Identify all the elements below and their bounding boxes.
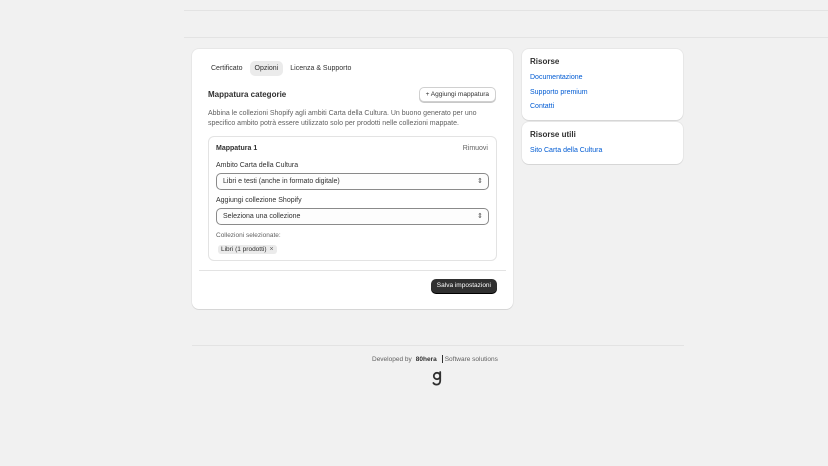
settings-card: Certificato Opzioni Licenza & Supporto M… — [192, 49, 513, 309]
tab-bar: Certificato Opzioni Licenza & Supporto — [206, 61, 356, 76]
add-mapping-button[interactable]: + Aggiungi mappatura — [418, 87, 496, 102]
contacts-link[interactable]: Contatti — [530, 103, 554, 110]
footer-separator — [441, 355, 443, 363]
section-description: Abbina le collezioni Shopify agli ambiti… — [208, 110, 477, 127]
collection-label: Aggiungi collezione Shopify — [216, 197, 302, 204]
premium-support-link[interactable]: Supporto premium — [530, 89, 588, 96]
ambito-select-value: Libri e testi (anche in formato digitale… — [223, 178, 340, 185]
useful-resources-title: Risorse utili — [530, 130, 576, 139]
ambito-label: Ambito Carta della Cultura — [216, 162, 299, 169]
mapping-card: Mappatura 1 Rimuovi Ambito Carta della C… — [208, 136, 497, 261]
top-divider — [184, 10, 828, 11]
collection-select-value: Seleziona una collezione — [223, 213, 301, 220]
footer-developed-by: Developed by — [372, 355, 412, 363]
card-divider — [199, 270, 506, 271]
close-icon[interactable]: × — [270, 245, 274, 254]
resources-card: Risorse Documentazione Supporto premium … — [522, 49, 683, 120]
collection-select[interactable]: Seleziona una collezione ⇕ — [216, 208, 489, 225]
section-title: Mappatura categorie — [208, 90, 287, 99]
tab-opzioni[interactable]: Opzioni — [249, 61, 284, 76]
save-button[interactable]: Salva impostazioni — [430, 279, 497, 293]
selected-collections-label: Collezioni selezionate: — [216, 232, 281, 239]
tab-licenza-supporto[interactable]: Licenza & Supporto — [285, 61, 356, 76]
useful-resources-card: Risorse utili Sito Carta della Cultura — [522, 122, 683, 164]
tab-certificato[interactable]: Certificato — [206, 61, 248, 76]
collection-chip: Libri (1 prodotti) × — [218, 245, 277, 254]
select-chevron-icon: ⇕ — [477, 213, 483, 220]
select-chevron-icon: ⇕ — [477, 178, 483, 185]
footer-divider — [192, 345, 684, 346]
documentation-link[interactable]: Documentazione — [530, 74, 583, 81]
header-divider — [184, 37, 828, 38]
footer: Developed by 80hera Software solutions — [372, 355, 498, 363]
ambito-select[interactable]: Libri e testi (anche in formato digitale… — [216, 173, 489, 190]
collection-chip-label: Libri (1 prodotti) — [221, 246, 267, 253]
remove-mapping-button[interactable]: Rimuovi — [463, 145, 488, 152]
resources-title: Risorse — [530, 57, 560, 66]
footer-tagline: Software solutions — [444, 355, 498, 363]
carta-cultura-site-link[interactable]: Sito Carta della Cultura — [530, 147, 602, 154]
footer-brand[interactable]: 80hera — [416, 356, 437, 363]
mapping-title: Mappatura 1 — [216, 145, 258, 152]
brand-logo-icon — [432, 371, 442, 386]
